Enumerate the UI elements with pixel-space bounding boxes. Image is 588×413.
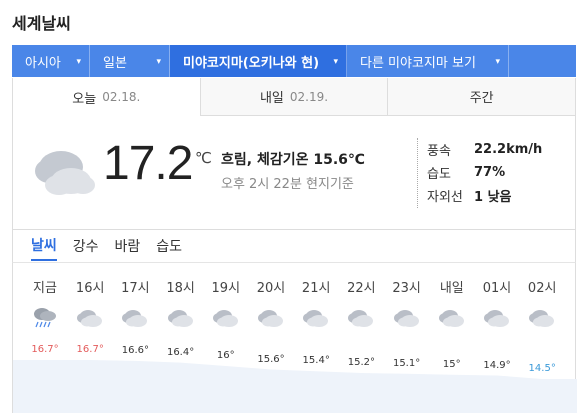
cloudy-icon: [167, 310, 193, 327]
cloudy-icon: [348, 310, 374, 327]
hour-label: 18시: [166, 281, 195, 296]
subtab-weather[interactable]: 날씨: [31, 230, 57, 261]
hour-temperature: 14.9°: [483, 359, 511, 371]
stat-value: 1 낮음: [474, 190, 512, 205]
hour-temperature: 15.2°: [347, 356, 376, 368]
hour-label: 19시: [211, 281, 241, 296]
hour-temperature: 15.4°: [302, 355, 330, 367]
current-weather-panel: 17.2 ℃ 흐림, 체감기온 15.6℃ 오후 2시 22분 현지기준 풍속 …: [12, 116, 576, 230]
stat-value: 22.2km/h: [474, 142, 543, 157]
cloudy-icon: [212, 310, 238, 327]
cloudy-icon: [529, 310, 555, 327]
hour-label: 21시: [301, 281, 331, 296]
hour-label: 01시: [482, 281, 512, 296]
cloudy-icon: [484, 310, 509, 327]
forecast-subtabs: 날씨 강수 바람 습도: [12, 230, 576, 262]
stat-wind: 풍속 22.2km/h: [427, 138, 542, 161]
hour-label: 내일: [439, 281, 464, 296]
hour-label: 지금: [33, 281, 57, 296]
tab-label: 오늘: [72, 91, 97, 107]
tab-weekly[interactable]: 주간: [388, 78, 576, 116]
hour-temperature: 16.6°: [121, 344, 150, 356]
breadcrumb: 아시아 ▾ 일본 ▾ 미야코지마(오키나와 현) ▾ 다른 미야코지마 보기 ▾: [12, 45, 576, 77]
hour-temperature: 16.7°: [76, 344, 104, 355]
cloudy-icon: [122, 310, 148, 327]
hour-temperature: 14.5°: [528, 363, 556, 374]
cloudy-icon: [393, 310, 419, 327]
stat-uv: 자외선 1 낮음: [427, 184, 542, 207]
breadcrumb-label: 다른 미야코지마 보기: [360, 55, 476, 71]
breadcrumb-label: 일본: [103, 55, 127, 71]
current-condition: 흐림, 체감기온 15.6℃: [221, 149, 365, 169]
temperature-unit: ℃: [195, 149, 212, 167]
breadcrumb-label: 미야코지마(오키나와 현): [183, 55, 320, 71]
hour-temperature: 16.7°: [31, 344, 59, 355]
hourly-forecast: 지금 16.7° 16시 16.7° 17시 16.6° 18시 16.4° 19시 16° 20시…: [12, 262, 577, 413]
breadcrumb-item-asia[interactable]: 아시아 ▾: [12, 45, 90, 77]
cloudy-icon: [258, 310, 283, 327]
stat-label: 습도: [427, 167, 451, 182]
hour-label: 16시: [75, 281, 105, 296]
stat-humidity: 습도 77%: [427, 161, 542, 184]
subtab-wind[interactable]: 바람: [115, 230, 141, 261]
chevron-down-icon: ▾: [76, 57, 81, 67]
tab-date: 02.18.: [102, 90, 141, 104]
subtab-precipitation[interactable]: 강수: [73, 230, 99, 261]
stat-label: 자외선: [427, 190, 463, 205]
breadcrumb-item-other-cities[interactable]: 다른 미야코지마 보기 ▾: [347, 45, 509, 77]
updated-time: 오후 2시 22분 현지기준: [221, 177, 354, 192]
divider: [417, 138, 418, 208]
hour-temperature: 16°: [216, 350, 235, 362]
tab-tomorrow[interactable]: 내일 02.19.: [200, 78, 389, 116]
tab-label: 내일: [259, 91, 284, 106]
hour-label: 02시: [527, 281, 557, 296]
breadcrumb-label: 아시아: [25, 55, 61, 71]
cloudy-icon: [438, 310, 464, 327]
tab-label: 주간: [469, 91, 494, 106]
hour-label: 23시: [392, 281, 421, 296]
feels-like-label: 체감기온: [256, 152, 309, 168]
condition-text: 흐림,: [221, 152, 253, 168]
chevron-down-icon: ▾: [495, 57, 500, 67]
cloudy-icon: [35, 151, 95, 195]
subtab-humidity[interactable]: 습도: [156, 230, 182, 261]
rain-icon: [34, 308, 56, 328]
stat-label: 풍속: [427, 144, 451, 159]
hour-temperature: 15.6°: [257, 353, 285, 365]
current-temperature: 17.2: [103, 137, 193, 190]
hour-temperature: 16.4°: [166, 346, 195, 358]
cloudy-icon: [303, 310, 329, 327]
hour-temperature: 15.1°: [392, 357, 421, 369]
breadcrumb-item-japan[interactable]: 일본 ▾: [90, 45, 170, 77]
page-title: 세계날씨: [12, 14, 71, 33]
hour-label: 17시: [121, 281, 150, 296]
feels-like-value: 15.6℃: [313, 152, 365, 168]
cloudy-icon: [77, 310, 103, 327]
hour-temperature: 15°: [442, 358, 461, 370]
breadcrumb-item-city[interactable]: 미야코지마(오키나와 현) ▾: [170, 45, 347, 77]
stat-value: 77%: [474, 165, 506, 180]
chevron-down-icon: ▾: [333, 57, 338, 67]
weather-stats: 풍속 22.2km/h 습도 77% 자외선 1 낮음: [427, 138, 542, 207]
tab-today[interactable]: 오늘 02.18.: [13, 78, 201, 116]
hour-label: 20시: [256, 281, 286, 296]
tab-date: 02.19.: [289, 89, 329, 104]
day-tabs: 오늘 02.18. 내일 02.19. 주간: [12, 78, 576, 116]
hour-label: 22시: [347, 281, 376, 296]
chevron-down-icon: ▾: [156, 57, 161, 67]
